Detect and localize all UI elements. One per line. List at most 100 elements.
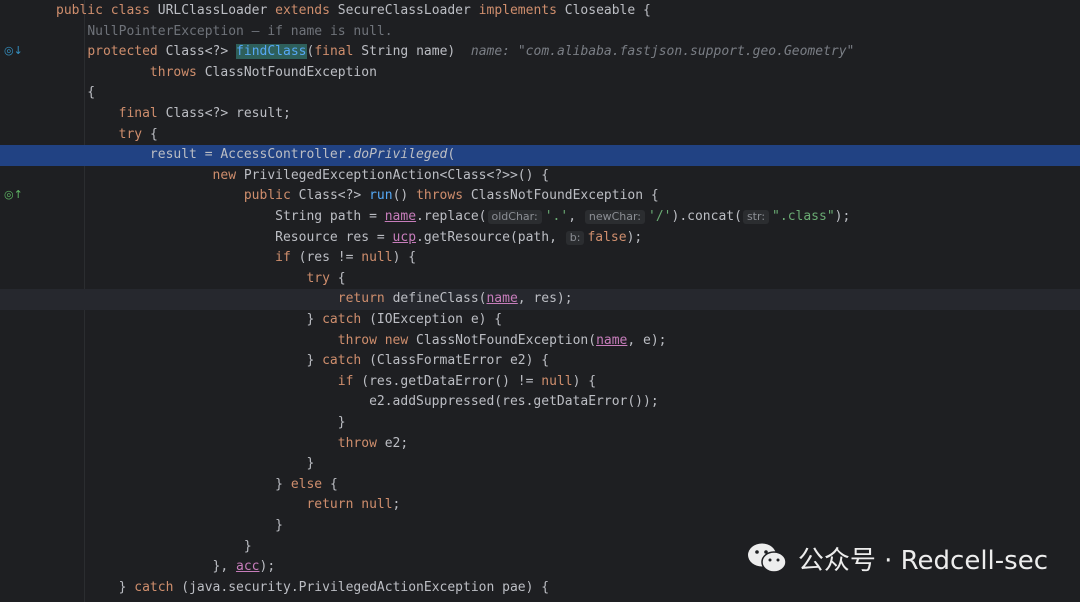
- code-line[interactable]: try {: [0, 269, 1080, 290]
- code-token: }: [56, 456, 315, 472]
- code-line[interactable]: final Class<?> result;: [0, 104, 1080, 125]
- code-token: ClassNotFoundException {: [470, 188, 659, 204]
- code-token: ClassNotFoundException: [204, 64, 377, 80]
- code-line[interactable]: throws ClassNotFoundException: [0, 63, 1080, 84]
- code-token: null: [361, 250, 393, 266]
- code-text: throws ClassNotFoundException: [56, 63, 377, 84]
- code-token: name: [384, 209, 417, 224]
- code-line[interactable]: throw new ClassNotFoundException(name, e…: [0, 331, 1080, 352]
- code-editor[interactable]: ◎↓ ◎↑ public class URLClassLoader extends…: [0, 0, 1080, 602]
- code-token: name: "com.alibaba.fastjson.support.geo.…: [470, 44, 855, 60]
- code-text: result = AccessController.doPrivileged(: [56, 145, 455, 166]
- code-token: '.': [544, 209, 569, 224]
- code-line[interactable]: NullPointerException – if name is null.: [0, 22, 1080, 43]
- code-line[interactable]: return defineClass(name, res);: [0, 289, 1080, 310]
- code-token: return null: [306, 497, 393, 513]
- code-line[interactable]: if (res != null) {: [0, 248, 1080, 269]
- code-text: } catch (IOException e) {: [56, 310, 502, 331]
- code-line[interactable]: }: [0, 454, 1080, 475]
- code-text: } catch (java.security.PrivilegedActionE…: [56, 578, 550, 599]
- code-token: findClass: [236, 44, 307, 60]
- code-token: },: [56, 559, 237, 575]
- code-line[interactable]: Resource res = ucp.getResource(path, b: f…: [0, 228, 1080, 249]
- code-text: throw new ClassNotFoundException(name, e…: [56, 331, 667, 352]
- code-token: (res.getDataError() !=: [361, 373, 542, 389]
- code-token: name: [486, 291, 518, 307]
- code-token: String name): [361, 44, 471, 60]
- wechat-icon: [746, 541, 788, 575]
- code-token: null: [541, 373, 573, 389]
- code-token: throw: [337, 435, 385, 451]
- code-text: } else {: [56, 475, 338, 496]
- code-text: public class URLClassLoader extends Secu…: [56, 1, 651, 22]
- code-token: try: [306, 270, 338, 286]
- code-token: '/': [648, 209, 672, 224]
- code-token: Closeable {: [564, 3, 651, 18]
- code-line[interactable]: }: [0, 413, 1080, 434]
- code-token: Class<?>: [165, 44, 237, 60]
- code-token: , res);: [517, 291, 573, 307]
- code-text: try {: [56, 125, 158, 146]
- code-text: protected Class<?> findClass(final Strin…: [56, 42, 854, 63]
- code-token: ".class": [772, 209, 835, 224]
- code-token: ;: [392, 497, 401, 513]
- code-token: Resource res =: [56, 229, 393, 245]
- code-line[interactable]: e2.addSuppressed(res.getDataError());: [0, 392, 1080, 413]
- code-text: return null;: [56, 495, 400, 516]
- code-text: return defineClass(name, res);: [56, 289, 573, 310]
- code-token: );: [834, 209, 851, 224]
- code-text: new PrivilegedExceptionAction<Class<?>>(…: [56, 166, 550, 187]
- code-token: catch: [322, 312, 370, 327]
- code-line[interactable]: {: [0, 83, 1080, 104]
- code-token: .getResource(path,: [416, 229, 565, 245]
- code-token: }: [56, 518, 283, 533]
- code-token: ClassNotFoundException(: [416, 332, 597, 348]
- code-text: throw e2;: [56, 434, 408, 455]
- code-line[interactable]: throw e2;: [0, 434, 1080, 455]
- code-token: (java.security.PrivilegedActionException…: [181, 579, 550, 595]
- code-token: acc: [236, 559, 260, 575]
- code-token: result = AccessController.: [56, 147, 354, 163]
- code-line[interactable]: } catch (ClassFormatError e2) {: [0, 351, 1080, 372]
- code-line[interactable]: String path = name.replace(oldChar: '.', …: [0, 207, 1080, 228]
- code-token: throws: [416, 188, 471, 204]
- code-line[interactable]: } catch (java.security.PrivilegedActionE…: [0, 578, 1080, 599]
- code-line[interactable]: return null;: [0, 495, 1080, 516]
- code-line[interactable]: new PrivilegedExceptionAction<Class<?>>(…: [0, 166, 1080, 187]
- code-token: PrivilegedExceptionAction<Class<?>>() {: [243, 167, 550, 183]
- code-line[interactable]: try {: [0, 125, 1080, 146]
- code-token: , e);: [627, 332, 667, 348]
- code-token: (IOException e) {: [369, 312, 503, 327]
- code-line[interactable]: public Class<?> run() throws ClassNotFou…: [0, 186, 1080, 207]
- code-token: return: [337, 291, 393, 307]
- code-token: }: [56, 538, 252, 554]
- code-line[interactable]: }: [0, 516, 1080, 537]
- code-line[interactable]: protected Class<?> findClass(final Strin…: [0, 42, 1080, 63]
- code-token: {: [329, 476, 338, 492]
- code-line[interactable]: } catch (IOException e) {: [0, 310, 1080, 331]
- code-text: } catch (ClassFormatError e2) {: [56, 351, 549, 372]
- code-line[interactable]: if (res.getDataError() != null) {: [0, 372, 1080, 393]
- code-token: {: [56, 85, 96, 101]
- code-token: catch: [134, 579, 182, 595]
- code-line[interactable]: } else {: [0, 475, 1080, 496]
- code-line[interactable]: result = AccessController.doPrivileged(: [0, 145, 1080, 166]
- code-token: if: [275, 250, 299, 266]
- code-text: public Class<?> run() throws ClassNotFou…: [56, 186, 659, 207]
- code-token: ucp: [392, 229, 417, 245]
- code-token: (ClassFormatError e2) {: [369, 353, 550, 369]
- code-token: }: [56, 353, 323, 369]
- code-text: try {: [56, 269, 346, 290]
- code-line[interactable]: public class URLClassLoader extends Secu…: [0, 1, 1080, 22]
- code-token: public: [243, 188, 299, 204]
- code-text: if (res.getDataError() != null) {: [56, 372, 596, 393]
- code-token: try: [118, 126, 150, 142]
- code-token: NullPointerException – if name is null.: [87, 23, 393, 39]
- code-token: {: [337, 270, 346, 286]
